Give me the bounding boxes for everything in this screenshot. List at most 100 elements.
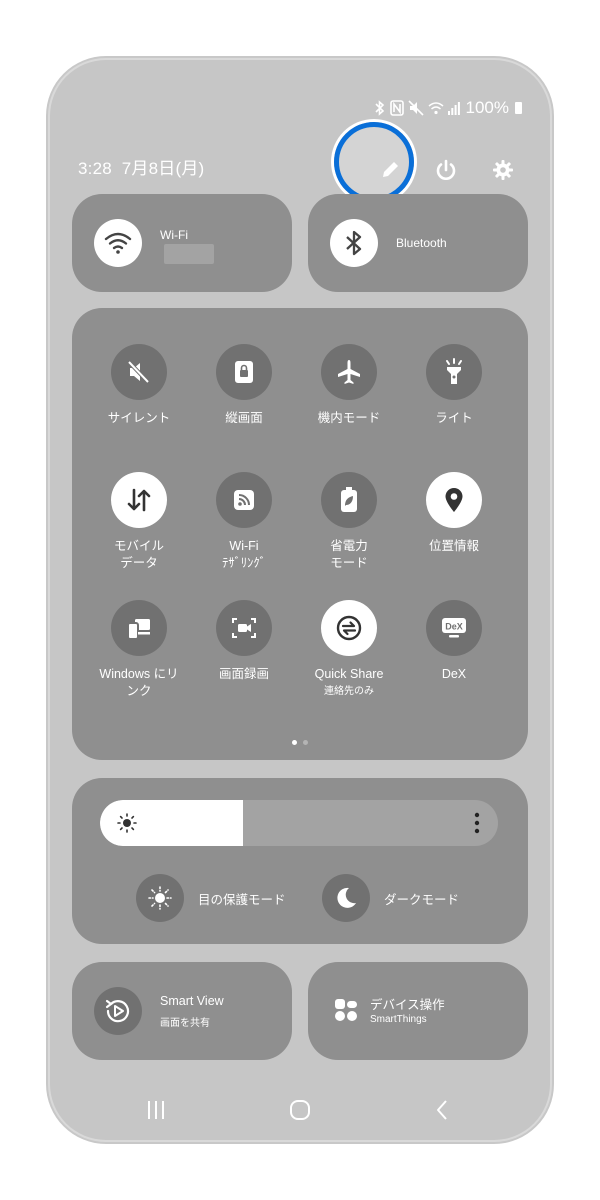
qs-label: Quick Share [314,667,384,681]
portrait-lock-icon [235,361,253,383]
smart-view-icon [105,999,130,1023]
bluetooth-toggle[interactable] [330,219,378,267]
power-button[interactable] [426,150,466,190]
wifi-network-name-redacted [164,244,214,264]
qs-item-airplane[interactable]: 機内モード [294,344,404,427]
sun-icon [116,812,138,839]
eye-comfort-button[interactable]: 目の保護モード [136,874,286,922]
qs-label: サイレント [107,411,171,425]
bluetooth-label: Bluetooth [396,236,447,250]
location-icon [445,488,463,512]
qs-toggle[interactable] [216,344,272,400]
dark-mode-label: ダークモード [384,892,460,907]
brightness-slider[interactable] [100,800,498,846]
qs-toggle[interactable] [216,600,272,656]
qs-label: 機内モード [317,411,381,425]
qs-toggle[interactable] [426,344,482,400]
qs-toggle[interactable] [321,344,377,400]
page-indicator [72,740,528,745]
mute-status-icon [407,100,424,116]
power-saving-icon [341,487,357,512]
time: 3:28 [78,159,112,178]
dark-mode-toggle[interactable] [322,874,370,922]
gear-icon [493,160,513,180]
qs-label: モバイル データ [113,539,164,570]
dark-mode-button[interactable]: ダークモード [322,874,459,922]
wifi-status-icon [428,101,444,115]
qs-item-link-to-windows[interactable]: Windows にリ ンク [84,600,194,700]
qs-toggle[interactable] [426,472,482,528]
recents-button[interactable] [136,1094,176,1126]
qs-toggle[interactable] [111,600,167,656]
date: 7月8日(月) [121,159,205,178]
svg-text:DeX: DeX [445,622,463,632]
home-icon [290,1100,310,1120]
home-button[interactable] [280,1094,320,1126]
qs-item-portrait[interactable]: 縦画面 [189,344,299,427]
qs-toggle[interactable] [321,472,377,528]
back-button[interactable] [422,1094,462,1126]
qs-label: DeX [441,667,467,681]
qs-item-power-saving[interactable]: 省電力 モード [294,472,404,572]
status-bar: 100% [374,98,522,118]
qs-toggle[interactable] [321,600,377,656]
qs-item-silent[interactable]: サイレント [84,344,194,427]
moon-icon [337,887,356,908]
qs-item-dex[interactable]: DeX DeX [399,600,509,683]
mobile-data-icon [127,488,151,512]
smart-view-toggle[interactable] [94,987,142,1035]
qs-label: Windows にリ ンク [99,667,179,698]
qs-label: 位置情報 [428,539,479,553]
qs-item-flashlight[interactable]: ライト [399,344,509,427]
highlight-ring [334,122,414,202]
more-options-icon[interactable] [474,811,480,840]
qs-toggle[interactable] [111,472,167,528]
qs-label: ライト [435,411,473,425]
qs-toggle[interactable] [111,344,167,400]
wifi-tile[interactable]: Wi-Fi [72,194,292,292]
quick-share-icon [336,615,362,641]
wifi-label: Wi-Fi [160,228,188,242]
signal-icon [447,101,460,115]
quick-settings-grid: サイレント 縦画面 機内モード ライト モバイル データ Wi-Fi ﾃｻﾞﾘﾝ… [72,308,528,760]
eye-comfort-toggle[interactable] [136,874,184,922]
wifi-icon [104,232,132,254]
page-dot[interactable] [303,740,308,745]
qs-item-wifi-tethering[interactable]: Wi-Fi ﾃｻﾞﾘﾝｸﾞ [189,472,299,572]
settings-button[interactable] [483,150,523,190]
device-control-sublabel: SmartThings [370,1014,427,1025]
device-control-tile[interactable]: デバイス操作 SmartThings [308,962,528,1060]
smart-view-label: Smart View [160,994,224,1008]
nfc-icon [389,100,404,116]
smart-view-tile[interactable]: Smart View 画面を共有 [72,962,292,1060]
clock: 3:28 7月8日(月) [78,154,204,179]
bluetooth-icon [346,230,362,256]
link-to-windows-icon [127,619,150,640]
power-icon [436,159,456,180]
eye-comfort-icon [148,886,172,910]
device-grid-icon [334,998,358,1027]
bluetooth-status-icon [374,100,386,116]
page-dot-active[interactable] [292,740,297,745]
recents-icon [148,1101,164,1119]
device-control-label: デバイス操作 [370,998,445,1012]
qs-label: 省電力 モード [330,539,368,570]
brightness-panel: 目の保護モード ダークモード [72,778,528,944]
header-row: 3:28 7月8日(月) [78,150,520,190]
phone-frame: 100% 3:28 7月8日(月) Wi-Fi Bluetooth サイレント … [50,60,550,1140]
bluetooth-tile[interactable]: Bluetooth [308,194,528,292]
airplane-icon [338,360,360,384]
wifi-toggle[interactable] [94,219,142,267]
flashlight-icon [446,358,462,384]
qs-item-mobile-data[interactable]: モバイル データ [84,472,194,572]
qs-toggle[interactable] [216,472,272,528]
battery-icon [515,102,522,114]
qs-item-quick-share[interactable]: Quick Share 連絡先のみ [294,600,404,699]
back-icon [437,1100,447,1120]
qs-label: Wi-Fi ﾃｻﾞﾘﾝｸﾞ [222,539,266,570]
smart-view-sublabel: 画面を共有 [160,1018,210,1029]
qs-item-location[interactable]: 位置情報 [399,472,509,555]
qs-toggle[interactable]: DeX [426,600,482,656]
hotspot-icon [234,490,254,510]
qs-item-screen-record[interactable]: 画面録画 [189,600,299,683]
